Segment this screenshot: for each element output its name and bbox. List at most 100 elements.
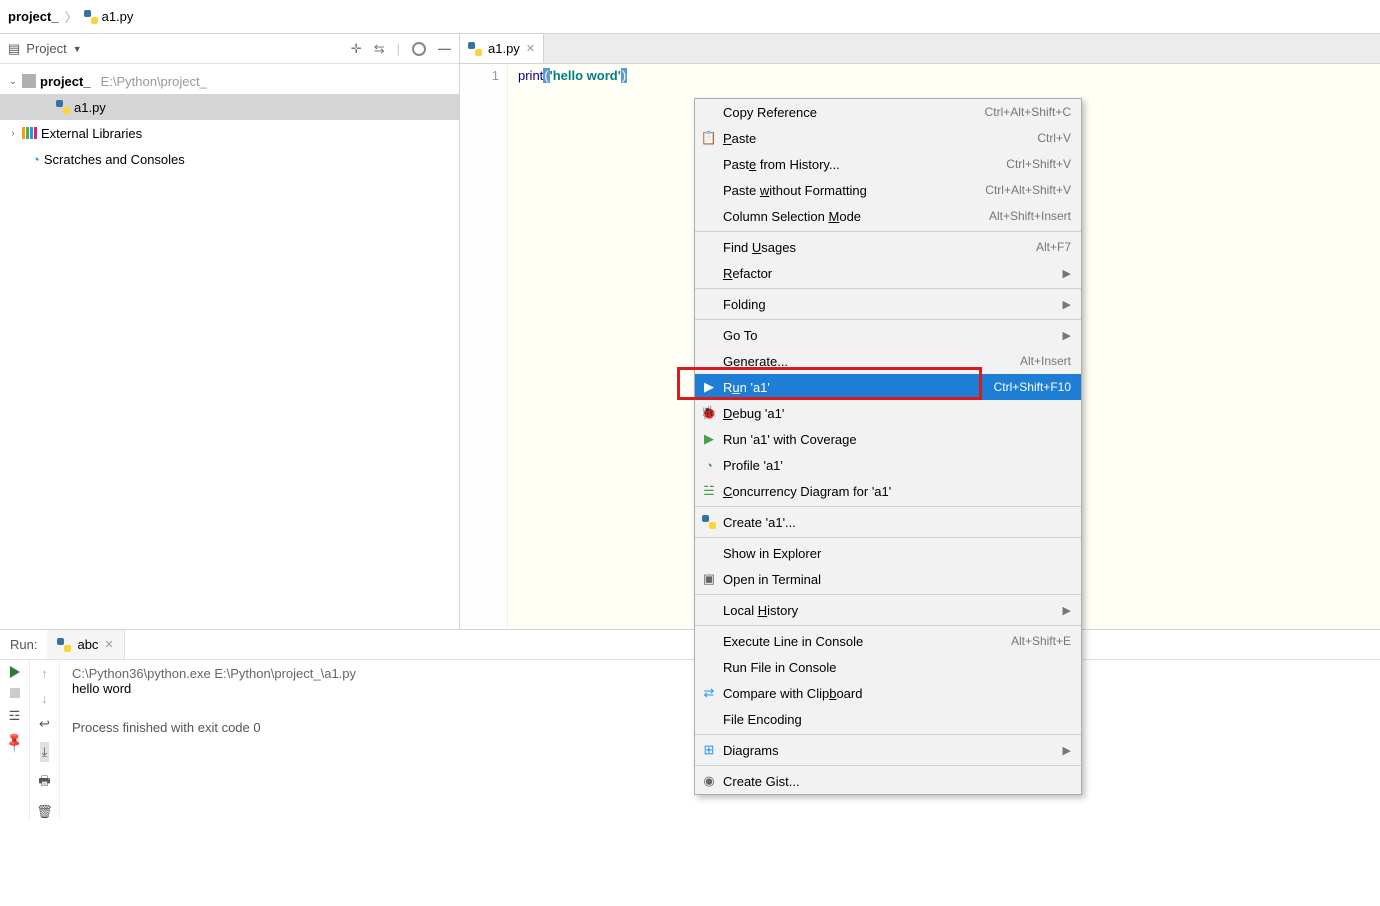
sidebar-header: ▤ Project ▼ ✛ ⇆ | — [0,34,459,64]
ctx-compare-clipboard[interactable]: ⇄Compare with Clipboard [695,680,1081,706]
libraries-icon [22,127,37,139]
python-file-icon [702,515,716,529]
ctx-concurrency[interactable]: ☱Concurrency Diagram for 'a1' [695,478,1081,504]
compare-icon: ⇄ [699,685,719,701]
stop-icon[interactable] [10,688,20,698]
terminal-icon: ▣ [699,571,719,587]
project-tree: ⌄ project_ E:\Python\project_ a1.py › Ex… [0,64,459,176]
tree-file-label: a1.py [74,100,106,115]
code-string: 'hello word' [550,68,621,83]
collapse-arrow-icon[interactable]: › [8,128,18,139]
context-menu: Copy ReferenceCtrl+Alt+Shift+C 📋PasteCtr… [694,98,1082,795]
tree-extlib-label: External Libraries [41,126,142,141]
project-sidebar: ▤ Project ▼ ✛ ⇆ | — ⌄ project_ E:\Python… [0,34,460,629]
run-label: Run: [0,637,47,652]
tree-scratches-label: Scratches and Consoles [44,152,185,167]
ctx-refactor[interactable]: Refactor▶ [695,260,1081,286]
tree-root-path: E:\Python\project_ [101,74,207,89]
line-number: 1 [460,68,499,83]
scroll-end-icon[interactable]: ⤓ [40,742,50,762]
ctx-create-gist[interactable]: ◉Create Gist... [695,768,1081,794]
print-icon[interactable]: 🖶 [38,772,50,794]
github-icon: ◉ [699,773,719,789]
collapse-icon[interactable]: ⇆ [374,41,385,57]
ctx-folding[interactable]: Folding▶ [695,291,1081,317]
dropdown-icon[interactable]: ▼ [73,44,82,54]
run-left-gutter: ☲ 📌 [0,660,30,820]
diagram-icon: ⊞ [699,742,719,758]
tree-root-label: project_ [40,74,91,89]
ctx-goto[interactable]: Go To▶ [695,322,1081,348]
ctx-file-encoding[interactable]: File Encoding [695,706,1081,732]
run-header: Run: abc ✕ [0,630,1380,660]
hide-icon[interactable]: — [438,41,451,56]
ctx-column-selection[interactable]: Column Selection ModeAlt+Shift+Insert [695,203,1081,229]
trash-icon[interactable]: 🗑 [36,804,53,820]
ctx-find-usages[interactable]: Find UsagesAlt+F7 [695,234,1081,260]
submenu-arrow-icon: ▶ [1063,329,1071,342]
breadcrumb-project[interactable]: project_ [8,9,59,24]
ctx-copy-reference[interactable]: Copy ReferenceCtrl+Alt+Shift+C [695,99,1081,125]
breadcrumb-bar: project_ 〉 a1.py [0,0,1380,34]
paste-icon: 📋 [699,130,719,146]
editor-tab-bar: a1.py ✕ [460,34,1380,64]
tree-scratches[interactable]: ◔ Scratches and Consoles [0,146,459,172]
run-tool-window: Run: abc ✕ ☲ 📌 ↑ ↓ ↩ ⤓ 🖶 🗑 C:\Python36\p… [0,630,1380,820]
breadcrumb-file-label: a1.py [102,9,134,24]
ctx-generate[interactable]: Generate...Alt+Insert [695,348,1081,374]
expand-arrow-icon[interactable]: ⌄ [8,76,18,87]
ctx-debug[interactable]: 🐞Debug 'a1' [695,400,1081,426]
breadcrumb-sep: 〉 [65,7,78,26]
ctx-diagrams[interactable]: ⊞Diagrams▶ [695,737,1081,763]
ctx-run-file-console[interactable]: Run File in Console [695,654,1081,680]
scratches-icon: ◔ [32,152,40,167]
coverage-icon: ▶ [699,431,719,447]
locate-icon[interactable]: ✛ [351,41,362,57]
gear-icon[interactable] [412,42,426,56]
close-tab-icon[interactable]: ✕ [526,42,535,55]
python-file-icon [468,42,482,56]
ctx-local-history[interactable]: Local History▶ [695,597,1081,623]
tab-label: a1.py [488,41,520,56]
ctx-run-coverage[interactable]: ▶Run 'a1' with Coverage [695,426,1081,452]
up-icon[interactable]: ↑ [41,666,48,681]
ctx-open-terminal[interactable]: ▣Open in Terminal [695,566,1081,592]
close-run-tab-icon[interactable]: ✕ [104,638,113,651]
run-tab[interactable]: abc ✕ [47,630,124,659]
rerun-icon[interactable] [10,666,20,678]
soft-wrap-icon[interactable]: ↩ [39,716,50,732]
layout-icon[interactable]: ☲ [9,708,21,724]
submenu-arrow-icon: ▶ [1063,267,1071,280]
submenu-arrow-icon: ▶ [1063,298,1071,311]
python-file-icon [84,10,98,24]
run-second-gutter: ↑ ↓ ↩ ⤓ 🖶 🗑 [30,660,60,820]
ctx-profile[interactable]: ◔Profile 'a1' [695,452,1081,478]
submenu-arrow-icon: ▶ [1063,604,1071,617]
code-paren-close: ) [621,68,627,83]
pin-icon[interactable]: 📌 [2,730,26,754]
ctx-execute-line[interactable]: Execute Line in ConsoleAlt+Shift+E [695,628,1081,654]
tree-file-a1[interactable]: a1.py [0,94,459,120]
breadcrumb-file[interactable]: a1.py [84,9,134,24]
run-tab-label: abc [77,637,98,652]
submenu-arrow-icon: ▶ [1063,744,1071,757]
ctx-run[interactable]: ▶Run 'a1'Ctrl+Shift+F10 [695,374,1081,400]
folder-icon [22,74,36,88]
tree-root[interactable]: ⌄ project_ E:\Python\project_ [0,68,459,94]
tree-external-libraries[interactable]: › External Libraries [0,120,459,146]
down-icon[interactable]: ↓ [41,691,48,706]
ctx-show-explorer[interactable]: Show in Explorer [695,540,1081,566]
editor-tab-a1[interactable]: a1.py ✕ [460,34,544,63]
ctx-paste[interactable]: 📋PasteCtrl+V [695,125,1081,151]
project-view-label[interactable]: Project [26,41,66,56]
concurrency-icon: ☱ [699,483,719,499]
profile-icon: ◔ [699,458,719,473]
project-view-icon: ▤ [8,41,20,57]
run-icon: ▶ [699,379,719,395]
ctx-paste-history[interactable]: Paste from History...Ctrl+Shift+V [695,151,1081,177]
debug-icon: 🐞 [699,405,719,421]
ctx-create[interactable]: Create 'a1'... [695,509,1081,535]
python-file-icon [56,100,70,114]
python-file-icon [57,638,71,652]
ctx-paste-without-formatting[interactable]: Paste without FormattingCtrl+Alt+Shift+V [695,177,1081,203]
